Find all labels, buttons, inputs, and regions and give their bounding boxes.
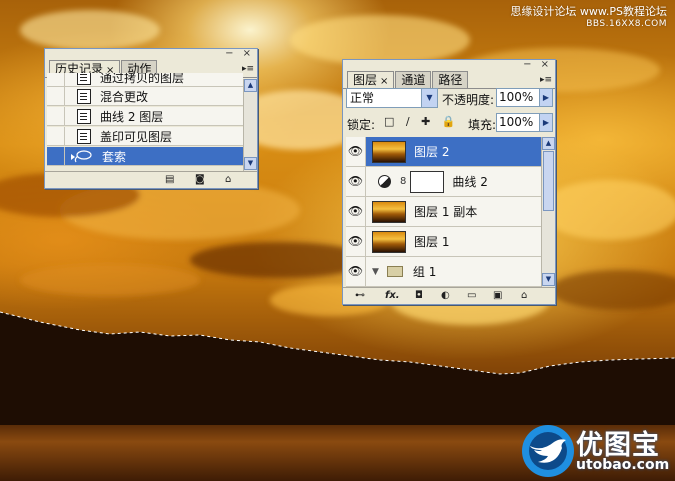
fill-label: 填充:: [468, 118, 497, 132]
lasso-icon: [71, 150, 92, 163]
history-item-label: 盖印可见图层: [100, 129, 173, 144]
fill-input[interactable]: 100%: [496, 113, 540, 132]
camera-snapshot-icon[interactable]: ◙: [195, 175, 205, 185]
opacity-input[interactable]: 100%: [496, 88, 540, 107]
trash-icon[interactable]: ⌂: [225, 175, 231, 185]
tab-layers[interactable]: 图层 ×: [347, 71, 395, 89]
utobao-logo: 优图宝 utobao.com: [520, 420, 675, 481]
history-item-selected[interactable]: 套索: [47, 147, 243, 166]
layer-row[interactable]: 👁 图层 1: [346, 227, 542, 257]
eye-icon[interactable]: 👁: [346, 257, 366, 286]
layers-panel[interactable]: − × 图层 × 通道 路径 ▸≡ 正常 ▼ 不透明度: 100% ▶ 锁定: □…: [342, 59, 556, 305]
tab-paths[interactable]: 路径: [432, 71, 469, 88]
history-snapshot-checkbox[interactable]: [47, 147, 65, 165]
lock-label: 锁定:: [347, 118, 376, 132]
opacity-slider-button[interactable]: ▶: [539, 88, 553, 107]
history-item[interactable]: 通过拷贝的图层: [47, 73, 243, 87]
tab-channels[interactable]: 通道: [395, 71, 432, 88]
watermark-line2: BBS.16XX8.COM: [586, 19, 667, 29]
layer-name: 图层 1: [414, 235, 450, 249]
history-snapshot-checkbox[interactable]: [47, 107, 65, 125]
watermark-line1: 思缘设计论坛 www.PS教程论坛: [510, 5, 667, 18]
blend-opacity-row: 正常 ▼ 不透明度: 100% ▶: [346, 88, 553, 110]
history-panel[interactable]: − × 历史记录 × 动作 ▸≡ 通过拷贝的图层 混合更改 曲线 2 图层 盖印…: [44, 48, 258, 189]
tab-paths-label: 路径: [438, 73, 463, 87]
adjustment-icon[interactable]: ◐: [441, 291, 450, 301]
layer-thumbnail: [372, 230, 406, 253]
panel-menu-icon[interactable]: ▸≡: [242, 64, 254, 74]
fx-icon[interactable]: fx.: [385, 291, 400, 301]
scroll-up-button[interactable]: ▲: [244, 79, 257, 92]
layers-panel-titlebar[interactable]: − ×: [343, 59, 555, 71]
layers-panel-footer: ⊷ fx. ◘ ◐ ▭ ▣ ⌂: [343, 287, 555, 304]
chain-link-icon[interactable]: 8: [400, 176, 406, 187]
layer-row[interactable]: 👁 图层 1 副本: [346, 197, 542, 227]
layer-thumbnail: [372, 200, 406, 223]
layer-thumbnail: [372, 140, 406, 163]
close-icon[interactable]: ×: [380, 76, 388, 87]
layer-row-selected[interactable]: 👁 图层 2: [346, 137, 542, 167]
layer-name: 图层 1 副本: [414, 205, 478, 219]
link-icon[interactable]: ⊷: [355, 291, 365, 301]
layer-row-group[interactable]: 👁 ▼ 组 1: [346, 257, 542, 287]
scroll-thumb[interactable]: [543, 151, 554, 211]
folder-icon: [386, 266, 403, 277]
adjustment-layer-icon: [378, 175, 391, 188]
scroll-up-button[interactable]: ▲: [542, 137, 555, 150]
tab-channels-label: 通道: [401, 73, 426, 87]
fill-slider-button[interactable]: ▶: [539, 113, 553, 132]
history-snapshot-checkbox[interactable]: [47, 127, 65, 145]
history-state-icon: [77, 128, 91, 144]
history-item-label: 套索: [102, 149, 127, 164]
history-panel-footer: ▤ ◙ ⌂: [45, 171, 257, 188]
history-state-icon: [77, 88, 91, 104]
tab-layers-label: 图层: [353, 73, 378, 87]
layers-scrollbar[interactable]: ▲ ▼: [541, 137, 555, 287]
lock-fill-row: 锁定: □ ∕ ✚ 🔒 填充: 100% ▶: [346, 113, 553, 135]
panel-menu-icon[interactable]: ▸≡: [540, 75, 552, 85]
history-item-label: 通过拷贝的图层: [100, 73, 185, 85]
history-state-icon: [77, 108, 91, 124]
blend-mode-value: 正常: [350, 91, 375, 105]
scroll-down-button[interactable]: ▼: [542, 273, 555, 286]
history-state-icon: [77, 73, 91, 85]
history-item-label: 曲线 2 图层: [100, 109, 164, 124]
logo-domain-text: utobao.com: [576, 457, 670, 473]
history-snapshot-checkbox[interactable]: [47, 73, 65, 86]
lock-options-icons[interactable]: □ ∕ ✚ 🔒: [384, 115, 460, 128]
history-item-label: 混合更改: [100, 89, 149, 104]
history-list: 通过拷贝的图层 混合更改 曲线 2 图层 盖印可见图层 套索: [47, 73, 243, 169]
panel-window-buttons[interactable]: − ×: [225, 48, 254, 59]
layer-list: 👁 图层 2 👁 8 曲线 2 👁 图层 1 副本 👁 图层 1 👁 ▼ 组 1: [346, 137, 542, 289]
history-item[interactable]: 盖印可见图层: [47, 127, 243, 146]
new-document-from-state-icon[interactable]: ▤: [165, 175, 174, 185]
layer-mask-thumbnail[interactable]: [410, 170, 445, 193]
layer-name: 图层 2: [414, 145, 450, 159]
blend-mode-select[interactable]: 正常 ▼: [346, 88, 438, 108]
panel-window-buttons[interactable]: − ×: [523, 59, 552, 70]
history-item[interactable]: 曲线 2 图层: [47, 107, 243, 126]
layer-row[interactable]: 👁 8 曲线 2: [346, 167, 542, 197]
layer-name: 曲线 2: [452, 175, 488, 189]
history-scrollbar[interactable]: ▲ ▼: [243, 79, 257, 171]
scroll-down-button[interactable]: ▼: [244, 157, 257, 170]
chevron-down-icon[interactable]: ▼: [421, 89, 437, 107]
eye-icon[interactable]: 👁: [346, 227, 366, 256]
mask-icon[interactable]: ◘: [415, 291, 423, 301]
expand-triangle-icon[interactable]: ▼: [372, 267, 379, 277]
new-layer-icon[interactable]: ▣: [493, 291, 502, 301]
folder-icon[interactable]: ▭: [467, 291, 476, 301]
bird-logo-icon: [522, 425, 574, 477]
layers-panel-tabs: 图层 × 通道 路径 ▸≡: [343, 71, 555, 89]
eye-icon[interactable]: 👁: [346, 137, 366, 166]
trash-icon[interactable]: ⌂: [521, 291, 527, 301]
opacity-label: 不透明度:: [442, 93, 495, 107]
history-snapshot-checkbox[interactable]: [47, 87, 65, 105]
layer-name: 组 1: [412, 265, 437, 279]
eye-icon[interactable]: 👁: [346, 167, 366, 196]
history-panel-titlebar[interactable]: − ×: [45, 48, 257, 60]
site-watermark: 思缘设计论坛 www.PS教程论坛 BBS.16XX8.COM: [510, 6, 667, 30]
eye-icon[interactable]: 👁: [346, 197, 366, 226]
history-item[interactable]: 混合更改: [47, 87, 243, 106]
